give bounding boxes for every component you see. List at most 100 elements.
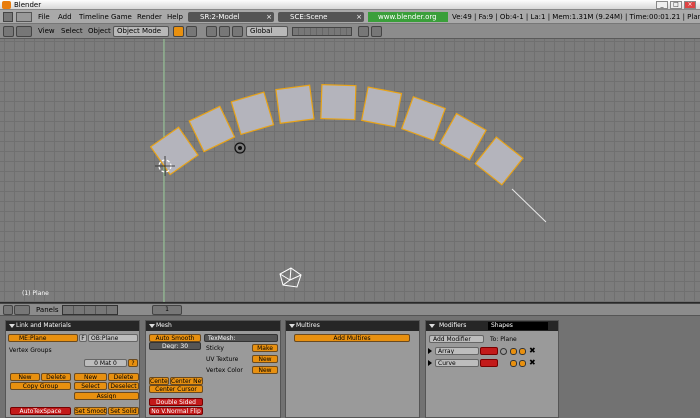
- menu-file[interactable]: File: [38, 13, 50, 21]
- add-multires-button[interactable]: Add Multires: [294, 334, 410, 342]
- menu-game[interactable]: Game: [111, 13, 132, 21]
- buttons-window: Link and Materials ME:Plane F OB:Plane V…: [0, 316, 700, 418]
- editor-type-icon-3d[interactable]: [3, 26, 14, 37]
- editor-type-icon[interactable]: [3, 12, 13, 22]
- object-origin-icon[interactable]: [234, 142, 246, 154]
- mesh-face[interactable]: [400, 95, 447, 142]
- modifiers-panel: Modifiers Shapes Add Modifier To: Plane …: [425, 320, 559, 418]
- menu-timeline[interactable]: Timeline: [79, 13, 109, 21]
- vgroup-delete-button[interactable]: Delete: [41, 373, 71, 381]
- material-select-button[interactable]: Select: [74, 382, 107, 390]
- material-assign-button[interactable]: Assign: [74, 392, 139, 400]
- pivot-icon[interactable]: [186, 26, 197, 37]
- close-icon[interactable]: ×: [684, 1, 696, 9]
- vgroup-new-button[interactable]: New: [10, 373, 40, 381]
- scene-stats: Ve:49 | Fa:9 | Ob:4-1 | La:1 | Mem:1.31M…: [452, 13, 700, 21]
- autotexspace-button[interactable]: AutoTexSpace: [10, 407, 71, 415]
- object-name-field[interactable]: OB:Plane: [88, 334, 138, 342]
- array-modifier-name[interactable]: Array: [435, 347, 479, 355]
- center-new-button[interactable]: Center New: [170, 377, 203, 385]
- multires-title[interactable]: Multires: [286, 321, 419, 331]
- mode-select[interactable]: Object Mode: [113, 26, 169, 37]
- page-number[interactable]: 1: [152, 305, 182, 315]
- mesh-face[interactable]: [188, 105, 236, 153]
- menu-select[interactable]: Select: [61, 27, 83, 35]
- array-cage-icon[interactable]: [500, 348, 507, 355]
- array-move-up-icon[interactable]: [510, 348, 517, 355]
- blender-url[interactable]: www.blender.org 249.2: [368, 12, 448, 31]
- layer-buttons[interactable]: [292, 27, 352, 36]
- material-index-field[interactable]: 0 Mat 0: [84, 359, 127, 367]
- lamp-object-icon[interactable]: [279, 267, 302, 288]
- mesh-face[interactable]: [320, 83, 357, 121]
- editor-type-icon-buttons[interactable]: [3, 305, 13, 315]
- mesh-face[interactable]: [230, 91, 275, 136]
- scene-selector[interactable]: SCE:Scene ×: [278, 12, 364, 22]
- translate-icon[interactable]: [219, 26, 230, 37]
- curve-expand-icon[interactable]: [428, 359, 434, 367]
- screen-delete-icon[interactable]: ×: [266, 12, 272, 22]
- curve-move-down-icon[interactable]: [519, 360, 526, 367]
- center-cursor-button[interactable]: Center Cursor: [149, 385, 203, 393]
- modifier-target-label: To: Plane: [490, 336, 517, 343]
- array-move-down-icon[interactable]: [519, 348, 526, 355]
- curve-modifier-name[interactable]: Curve: [435, 359, 479, 367]
- material-help-button[interactable]: ?: [128, 359, 138, 367]
- curve-move-up-icon[interactable]: [510, 360, 517, 367]
- mesh-face[interactable]: [275, 84, 315, 124]
- panels-menu[interactable]: Panels: [36, 306, 59, 314]
- draw-type-icon[interactable]: [173, 26, 184, 37]
- sticky-make-button[interactable]: Make: [252, 344, 278, 352]
- screen-selector[interactable]: SR:2-Model ×: [188, 12, 274, 22]
- collapse-buttons-header-icon[interactable]: [14, 305, 30, 315]
- curved-array-mesh[interactable]: [149, 83, 524, 186]
- collapse-menu-icon[interactable]: [16, 12, 32, 22]
- menu-object[interactable]: Object: [88, 27, 111, 35]
- uv-texture-new-button[interactable]: New: [252, 355, 278, 363]
- maximize-icon[interactable]: □: [670, 1, 682, 9]
- mesh-face[interactable]: [439, 112, 487, 161]
- tab-modifiers[interactable]: Modifiers: [436, 322, 486, 330]
- array-toggle-buttons[interactable]: [480, 347, 498, 355]
- set-smooth-button[interactable]: Set Smooth: [74, 407, 107, 415]
- vertex-color-new-button[interactable]: New: [252, 366, 278, 374]
- scene-delete-icon[interactable]: ×: [356, 12, 362, 22]
- material-deselect-button[interactable]: Deselect: [108, 382, 139, 390]
- curve-toggle-buttons[interactable]: [480, 359, 498, 367]
- mesh-face[interactable]: [360, 86, 403, 128]
- manipulator-icon[interactable]: [206, 26, 217, 37]
- menu-help[interactable]: Help: [167, 13, 183, 21]
- mesh-title[interactable]: Mesh: [146, 321, 280, 331]
- collapse-header-icon[interactable]: [16, 26, 32, 37]
- array-expand-icon[interactable]: [428, 347, 434, 355]
- fake-user-button[interactable]: F: [79, 334, 87, 342]
- texmesh-field[interactable]: TexMesh:: [204, 334, 278, 342]
- menu-render[interactable]: Render: [137, 13, 162, 21]
- render-view-icon[interactable]: [371, 26, 382, 37]
- link-materials-title[interactable]: Link and Materials: [6, 321, 139, 331]
- material-delete-button[interactable]: Delete: [108, 373, 139, 381]
- center-button[interactable]: Center: [149, 377, 169, 385]
- lock-layers-icon[interactable]: [358, 26, 369, 37]
- mesh-face[interactable]: [474, 136, 524, 186]
- minimize-icon[interactable]: _: [656, 1, 668, 9]
- context-buttons[interactable]: [62, 305, 118, 315]
- double-sided-button[interactable]: Double Sided: [149, 398, 203, 406]
- orientation-select[interactable]: Global: [246, 26, 288, 37]
- menu-add[interactable]: Add: [58, 13, 72, 21]
- 3d-viewport[interactable]: (1) Plane: [0, 39, 700, 302]
- degr-field[interactable]: Degr: 30: [149, 342, 201, 350]
- no-v-normal-flip-button[interactable]: No V.Normal Flip: [149, 407, 203, 415]
- mesh-face[interactable]: [149, 126, 199, 176]
- mesh-datablock-field[interactable]: ME:Plane: [8, 334, 78, 342]
- menu-view[interactable]: View: [38, 27, 55, 35]
- add-modifier-menu[interactable]: Add Modifier: [429, 335, 484, 343]
- array-delete-icon[interactable]: ✖: [529, 347, 536, 355]
- set-solid-button[interactable]: Set Solid: [108, 407, 139, 415]
- copy-group-button[interactable]: Copy Group: [10, 382, 71, 390]
- auto-smooth-button[interactable]: Auto Smooth: [149, 334, 201, 342]
- curve-delete-icon[interactable]: ✖: [529, 359, 536, 367]
- material-new-button[interactable]: New: [74, 373, 107, 381]
- tab-shapes[interactable]: Shapes: [488, 322, 548, 330]
- rotate-icon[interactable]: [232, 26, 243, 37]
